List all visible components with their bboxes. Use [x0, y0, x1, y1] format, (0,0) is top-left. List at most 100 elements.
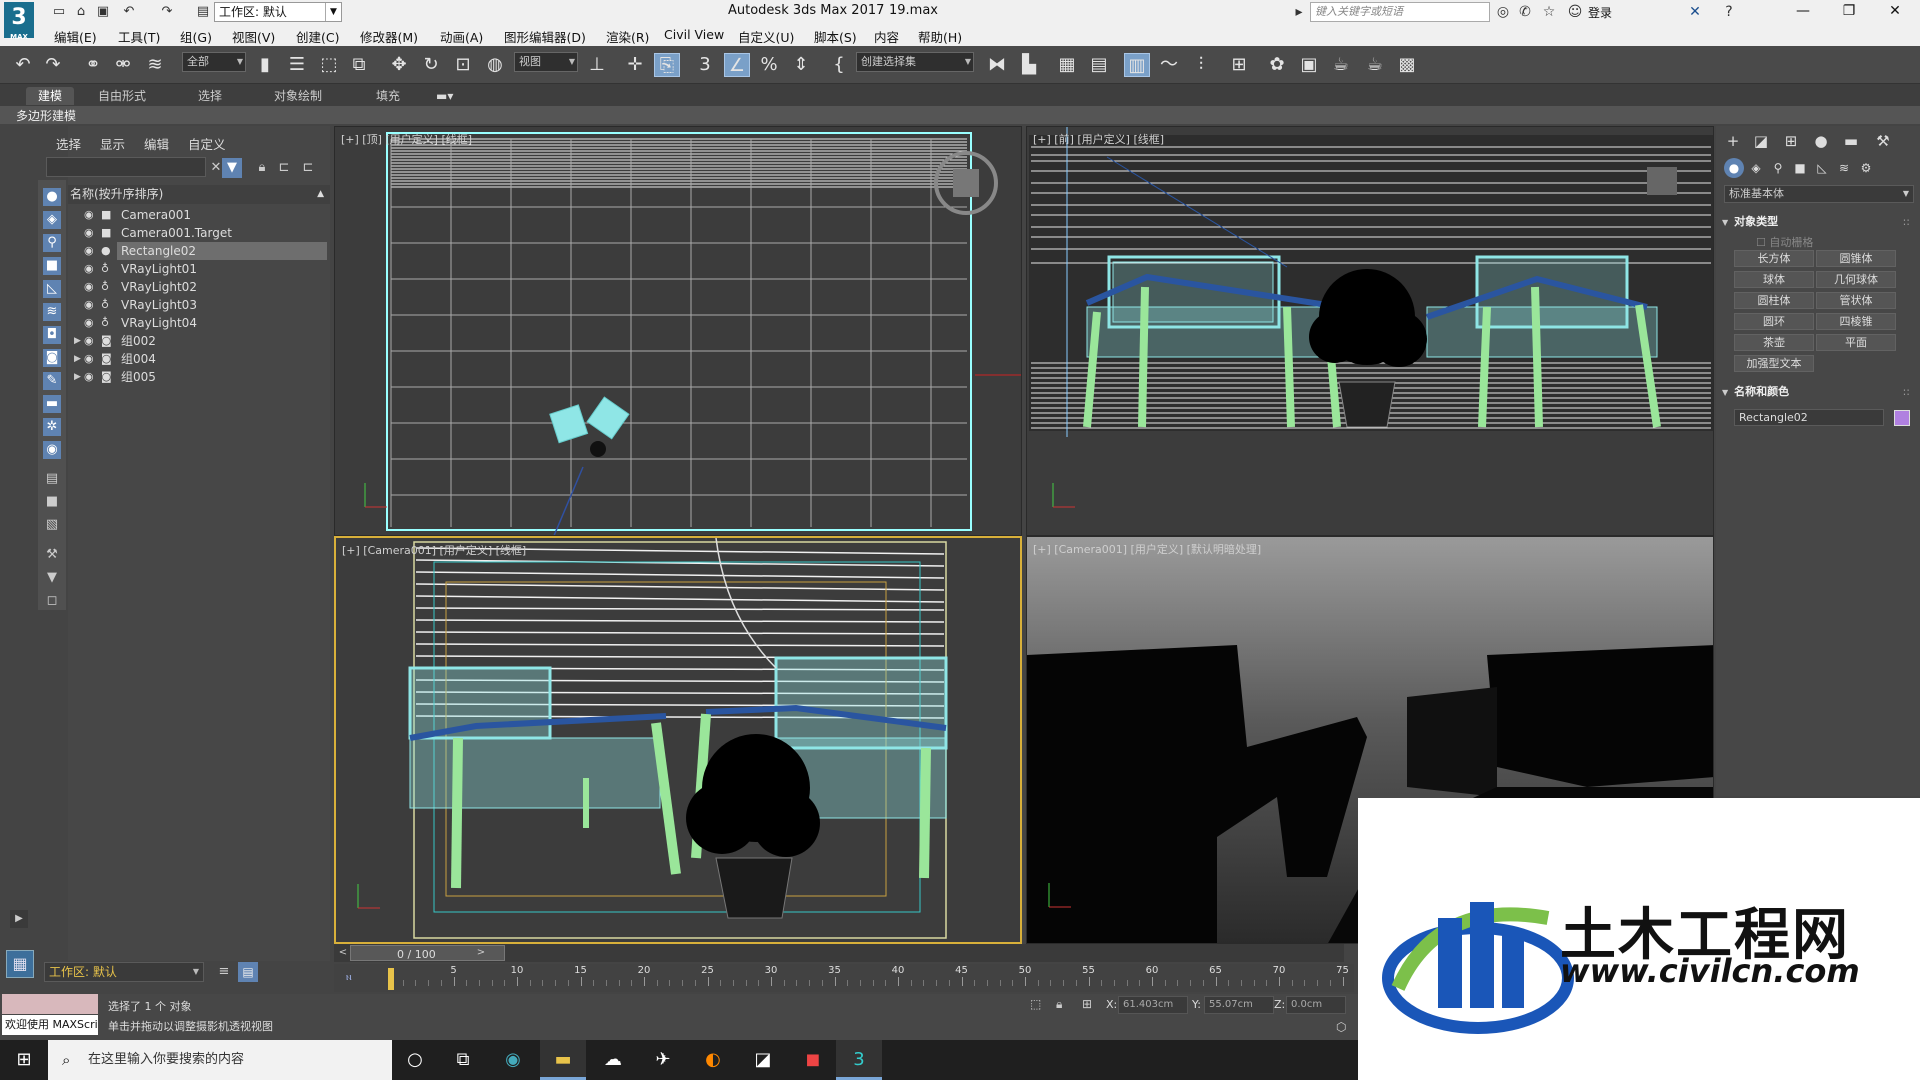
menu-views[interactable]: 视图(V) [232, 27, 275, 46]
render-setup-icon[interactable]: ✿ [1264, 53, 1290, 77]
menu-rendering[interactable]: 渲染(R) [606, 27, 649, 46]
app-cloud-icon[interactable]: ☁ [590, 1040, 636, 1080]
display-groups-icon[interactable]: ◘ [43, 326, 61, 344]
polygon-modeling-label[interactable]: 多边形建模 [16, 107, 76, 124]
menu-graph-editors[interactable]: 图形编辑器(D) [504, 27, 586, 46]
toggle-ribbon-icon[interactable]: ▤ [1086, 53, 1112, 77]
scene-explorer-toggle-icon[interactable]: ▤ [238, 962, 258, 982]
pivot-center-icon[interactable]: ⊥ [584, 53, 610, 77]
explorer-row[interactable]: ▶ ◉ ◙ 组004 [68, 350, 330, 368]
cortana-icon[interactable]: ○ [392, 1040, 438, 1080]
communication-icon[interactable]: ✆ [1516, 3, 1534, 21]
mirror-icon[interactable]: ⧓ [984, 53, 1010, 77]
primitive-button[interactable]: 圆柱体 [1734, 292, 1814, 309]
visibility-eye-icon[interactable]: ◉ [84, 260, 94, 278]
visibility-eye-icon[interactable]: ◉ [84, 224, 94, 242]
render-in-cloud-icon[interactable]: ▩ [1394, 53, 1420, 77]
rotate-icon[interactable]: ↻ [418, 53, 444, 77]
menu-content[interactable]: 内容 [874, 27, 899, 46]
display-xrefs-icon[interactable]: ◙ [43, 349, 61, 367]
modify-tab-icon[interactable]: ◪ [1750, 130, 1772, 152]
move-icon[interactable]: ✥ [386, 53, 412, 77]
scale-icon[interactable]: ⊡ [450, 53, 476, 77]
primitive-button[interactable]: 球体 [1734, 271, 1814, 288]
display-shapes-icon[interactable]: ◈ [43, 211, 61, 229]
save-icon[interactable]: ▣ [94, 3, 112, 21]
visibility-eye-icon[interactable]: ◉ [84, 350, 94, 368]
display-bones-icon[interactable]: ✎ [43, 372, 61, 390]
display-helpers-icon[interactable]: ◺ [43, 280, 61, 298]
place-icon[interactable]: ◍ [482, 53, 508, 77]
systems-icon[interactable]: ⚙ [1856, 158, 1876, 178]
scene-explorer-icon[interactable]: ▥ [1124, 53, 1150, 77]
visibility-eye-icon[interactable]: ◉ [84, 278, 94, 296]
binoculars-icon[interactable]: ◎ [1494, 3, 1512, 21]
workspace-selector[interactable]: 工作区: 默认 ▼ [44, 962, 204, 982]
filter-toggle-icon[interactable]: ▼ [222, 158, 242, 178]
primitive-button[interactable]: 加强型文本 [1734, 355, 1814, 372]
visibility-eye-icon[interactable]: ◉ [84, 314, 94, 332]
reference-coordinate-dropdown[interactable]: 视图 ▼ [514, 52, 578, 72]
explorer-menu-edit[interactable]: 编辑 [144, 134, 169, 153]
explorer-row[interactable]: ◉ ♁ VRayLight01 [68, 260, 330, 278]
ribbon-options-icon[interactable]: ▬▾ [424, 87, 465, 105]
rendered-frame-window-icon[interactable]: ▣ [1296, 53, 1322, 77]
tab-modeling[interactable]: 建模 [26, 87, 75, 105]
named-selection-set-dropdown[interactable]: 创建选择集 ▼ [856, 52, 974, 72]
cameras-icon[interactable]: ■ [1790, 158, 1810, 178]
material-editor-icon[interactable]: ⊞ [1226, 53, 1252, 77]
selection-lock-icon[interactable]: 🔒︎ [1056, 997, 1072, 1013]
display-space-warps-icon[interactable]: ≋ [43, 303, 61, 321]
z-coordinate-field[interactable]: 0.0cm [1286, 996, 1346, 1014]
open-folder-icon[interactable]: ⌂ [72, 3, 90, 21]
display-containers-icon[interactable]: ▬ [43, 395, 61, 413]
container-icon[interactable]: ◻ [43, 592, 61, 610]
viewport-top[interactable]: [+] [顶] [用户定义] [线框] [334, 126, 1022, 536]
edge-browser-icon[interactable]: ◉ [490, 1040, 536, 1080]
menu-group[interactable]: 组(G) [180, 27, 212, 46]
explorer-row[interactable]: ◉ ♁ VRayLight03 [68, 296, 330, 314]
geometry-icon[interactable]: ● [1724, 158, 1744, 178]
utilities-tab-icon[interactable]: ⚒ [1872, 130, 1894, 152]
x-coordinate-field[interactable]: 61.403cm [1118, 996, 1188, 1014]
layers-icon[interactable]: ⊏ [298, 158, 318, 178]
rectangular-selection-icon[interactable]: ⬚ [316, 53, 342, 77]
display-cameras-icon[interactable]: ■ [43, 257, 61, 275]
tab-populate[interactable]: 填充 [364, 87, 412, 105]
link-icon[interactable]: ⚭ [80, 53, 106, 77]
close-button[interactable]: ✕ [1872, 0, 1918, 24]
menu-customize[interactable]: 自定义(U) [738, 27, 794, 46]
edit-named-selection-icon[interactable]: { [826, 53, 852, 77]
primitive-button[interactable]: 几何球体 [1816, 271, 1896, 288]
next-frame-icon[interactable]: > [474, 945, 488, 961]
firefox-icon[interactable]: ◐ [690, 1040, 736, 1080]
visibility-eye-icon[interactable]: ◉ [84, 332, 94, 350]
menu-edit[interactable]: 编辑(E) [54, 27, 97, 46]
window-crossing-icon[interactable]: ⧉ [346, 53, 372, 77]
create-tab-plus-icon[interactable]: + [1722, 130, 1744, 152]
help-icon[interactable]: ? [1720, 3, 1738, 21]
isolate-selection-icon[interactable]: ⬚ [1030, 997, 1046, 1013]
time-slider[interactable]: < 0 / 100 > [334, 944, 1344, 962]
explorer-row[interactable]: ◉ ♁ VRayLight02 [68, 278, 330, 296]
menu-scripting[interactable]: 脚本(S) [814, 27, 857, 46]
autogrid-checkbox[interactable]: ☐ 自动栅格 [1756, 234, 1813, 250]
display-lights-icon[interactable]: ⚲ [43, 234, 61, 252]
redo-icon[interactable]: ↷ [40, 53, 66, 77]
layer-explorer-icon[interactable]: ▦ [1054, 53, 1080, 77]
restore-button[interactable]: ❐ [1826, 0, 1872, 24]
viewport-label[interactable]: [+] [Camera001] [用户定义] [线框] [342, 542, 526, 558]
menu-animation[interactable]: 动画(A) [440, 27, 483, 46]
workspace-dropdown[interactable]: 工作区: 默认 ▼ [214, 2, 342, 22]
explorer-row[interactable]: ▶ ◉ ◙ 组005 [68, 368, 330, 386]
expand-icon[interactable]: ▸ [1290, 3, 1308, 21]
prev-frame-icon[interactable]: < [336, 945, 350, 961]
file-explorer-icon[interactable]: ▬ [540, 1040, 586, 1080]
selection-filter-dropdown[interactable]: 全部 ▼ [182, 52, 246, 72]
viewport-front[interactable]: [+] [前] [用户定义] [线框] [1026, 126, 1714, 536]
shapes-icon[interactable]: ◈ [1746, 158, 1766, 178]
display-invert-icon[interactable]: ▧ [43, 516, 61, 534]
bind-space-warp-icon[interactable]: ≋ [142, 53, 168, 77]
new-file-icon[interactable]: ▭ [50, 3, 68, 21]
primitive-button[interactable]: 管状体 [1816, 292, 1896, 309]
